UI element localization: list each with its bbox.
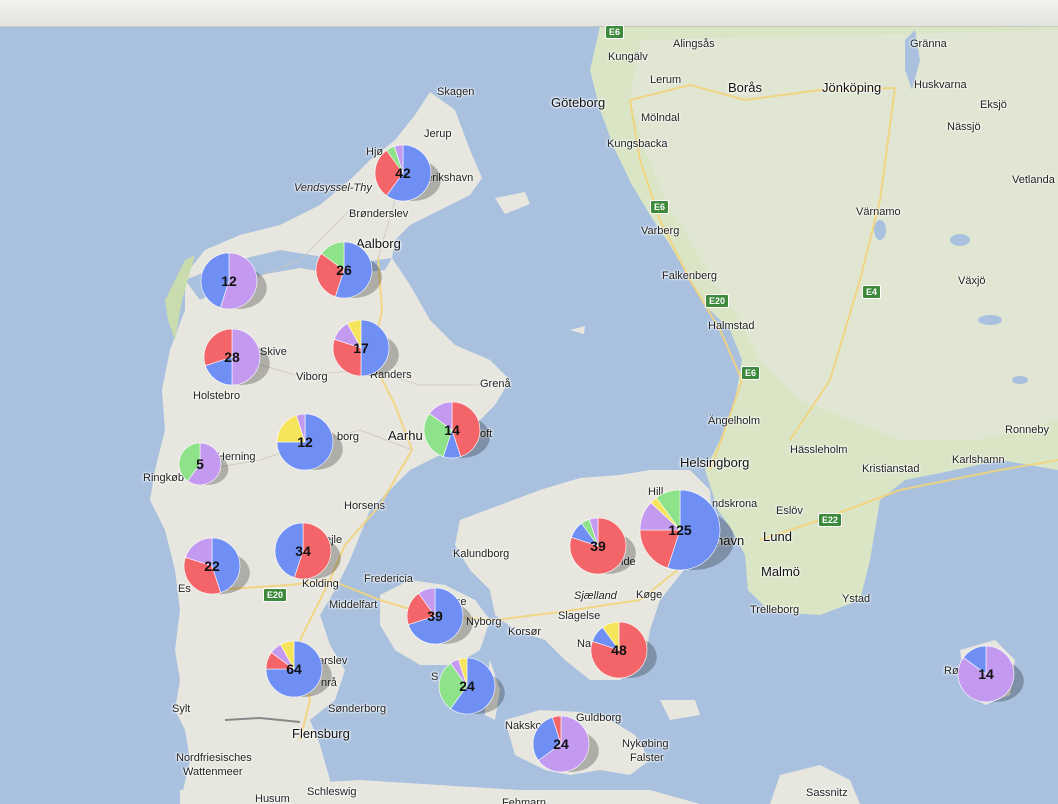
cluster-count: 12 <box>297 434 313 450</box>
cluster-pie[interactable]: 24 <box>438 657 505 715</box>
cluster-pie[interactable]: 64 <box>265 640 332 698</box>
cluster-pie[interactable]: 39 <box>406 587 473 645</box>
cluster-pie[interactable]: 14 <box>423 401 490 459</box>
cluster-count: 42 <box>395 165 411 181</box>
cluster-pie-layer: 422612281714125342239125394864242414 <box>178 144 1024 773</box>
cluster-count: 48 <box>611 642 627 658</box>
cluster-count: 39 <box>590 538 606 554</box>
cluster-count: 22 <box>204 558 220 574</box>
cluster-count: 24 <box>459 678 475 694</box>
cluster-pie[interactable]: 39 <box>569 517 636 575</box>
cluster-pie[interactable]: 34 <box>274 522 341 580</box>
cluster-pie[interactable]: 125 <box>639 489 734 571</box>
cluster-count: 34 <box>295 543 311 559</box>
cluster-pie[interactable]: 12 <box>276 413 343 471</box>
cluster-pie[interactable]: 14 <box>957 645 1024 703</box>
cluster-pie[interactable]: 26 <box>315 241 382 299</box>
cluster-count: 28 <box>224 349 240 365</box>
cluster-count: 14 <box>978 666 994 682</box>
cluster-count: 17 <box>353 340 369 356</box>
cluster-count: 12 <box>221 273 237 289</box>
cluster-pie[interactable]: 12 <box>200 252 267 310</box>
cluster-pie[interactable]: 42 <box>374 144 441 202</box>
cluster-count: 39 <box>427 608 443 624</box>
cluster-count: 24 <box>553 736 569 752</box>
cluster-pie[interactable]: 17 <box>332 319 399 377</box>
cluster-pie[interactable]: 48 <box>590 621 657 679</box>
cluster-count: 26 <box>336 262 352 278</box>
cluster-pie[interactable]: 5 <box>178 442 229 486</box>
cluster-count: 125 <box>668 522 692 538</box>
map-canvas[interactable]: E6 E6 E20 E4 E6 E20 E22 Skagen Jerup Hjø deriksha… <box>0 0 1058 804</box>
cluster-pie[interactable]: 22 <box>183 537 250 595</box>
cluster-count: 64 <box>286 661 302 677</box>
cluster-count: 14 <box>444 422 460 438</box>
cluster-pie[interactable]: 28 <box>203 328 270 386</box>
cluster-count: 5 <box>196 456 204 472</box>
cluster-pie[interactable]: 24 <box>532 715 599 773</box>
